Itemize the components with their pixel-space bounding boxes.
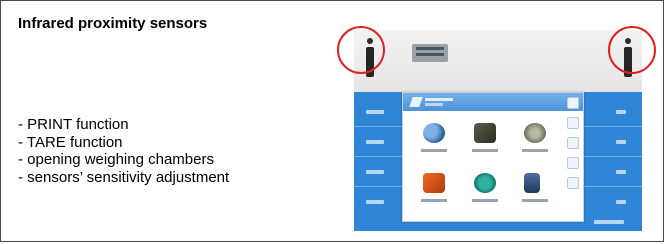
screen-label [366, 110, 384, 114]
menu-tile-device[interactable] [460, 117, 511, 167]
screen-label [616, 110, 626, 114]
balance-device-image [354, 30, 642, 231]
feature-list: PRINT function TARE function opening wei… [18, 116, 229, 186]
menu-tile-scale[interactable] [510, 117, 561, 167]
side-button[interactable] [567, 177, 579, 189]
slide-title: Infrared proximity sensors [18, 15, 208, 32]
screen-row-right-1 [582, 126, 642, 127]
right-sensor-highlight-circle [608, 26, 656, 74]
menu-tile-globe[interactable] [460, 167, 511, 217]
screen-label [366, 200, 384, 204]
popup-side-buttons [567, 97, 579, 215]
side-button[interactable] [567, 117, 579, 129]
device-logo [412, 44, 448, 62]
weights-icon [423, 123, 445, 143]
feature-item-sensitivity: sensors’ sensitivity adjustment [18, 169, 229, 187]
menu-tile-boxes[interactable] [409, 167, 460, 217]
screen-label [616, 140, 626, 144]
screen-label [366, 170, 384, 174]
feature-item-tare: TARE function [18, 134, 229, 152]
menu-popup [402, 92, 584, 222]
pencil-icon [409, 97, 423, 107]
screen-row-right-2 [582, 156, 642, 157]
chart-icon [524, 173, 541, 193]
screen-label [366, 140, 384, 144]
scale-icon [524, 123, 547, 143]
screen-row-left-3 [354, 186, 402, 187]
globe-icon [473, 173, 496, 193]
screen-label [594, 220, 624, 224]
boxes-icon [423, 173, 445, 193]
popup-icon-grid [409, 117, 561, 217]
feature-item-chambers: opening weighing chambers [18, 151, 229, 169]
screen-row-left-2 [354, 156, 402, 157]
screen-label [616, 170, 626, 174]
menu-tile-weights[interactable] [409, 117, 460, 167]
screen-row-right-3 [582, 186, 642, 187]
side-button[interactable] [567, 157, 579, 169]
side-button[interactable] [567, 97, 579, 109]
device-icon [473, 123, 496, 143]
feature-item-print: PRINT function [18, 116, 229, 134]
left-sensor-highlight-circle [337, 26, 385, 74]
screen-row-left-1 [354, 126, 402, 127]
side-button[interactable] [567, 137, 579, 149]
menu-tile-chart[interactable] [510, 167, 561, 217]
popup-header [403, 93, 583, 111]
screen-label [616, 200, 626, 204]
device-top-panel [354, 30, 642, 92]
